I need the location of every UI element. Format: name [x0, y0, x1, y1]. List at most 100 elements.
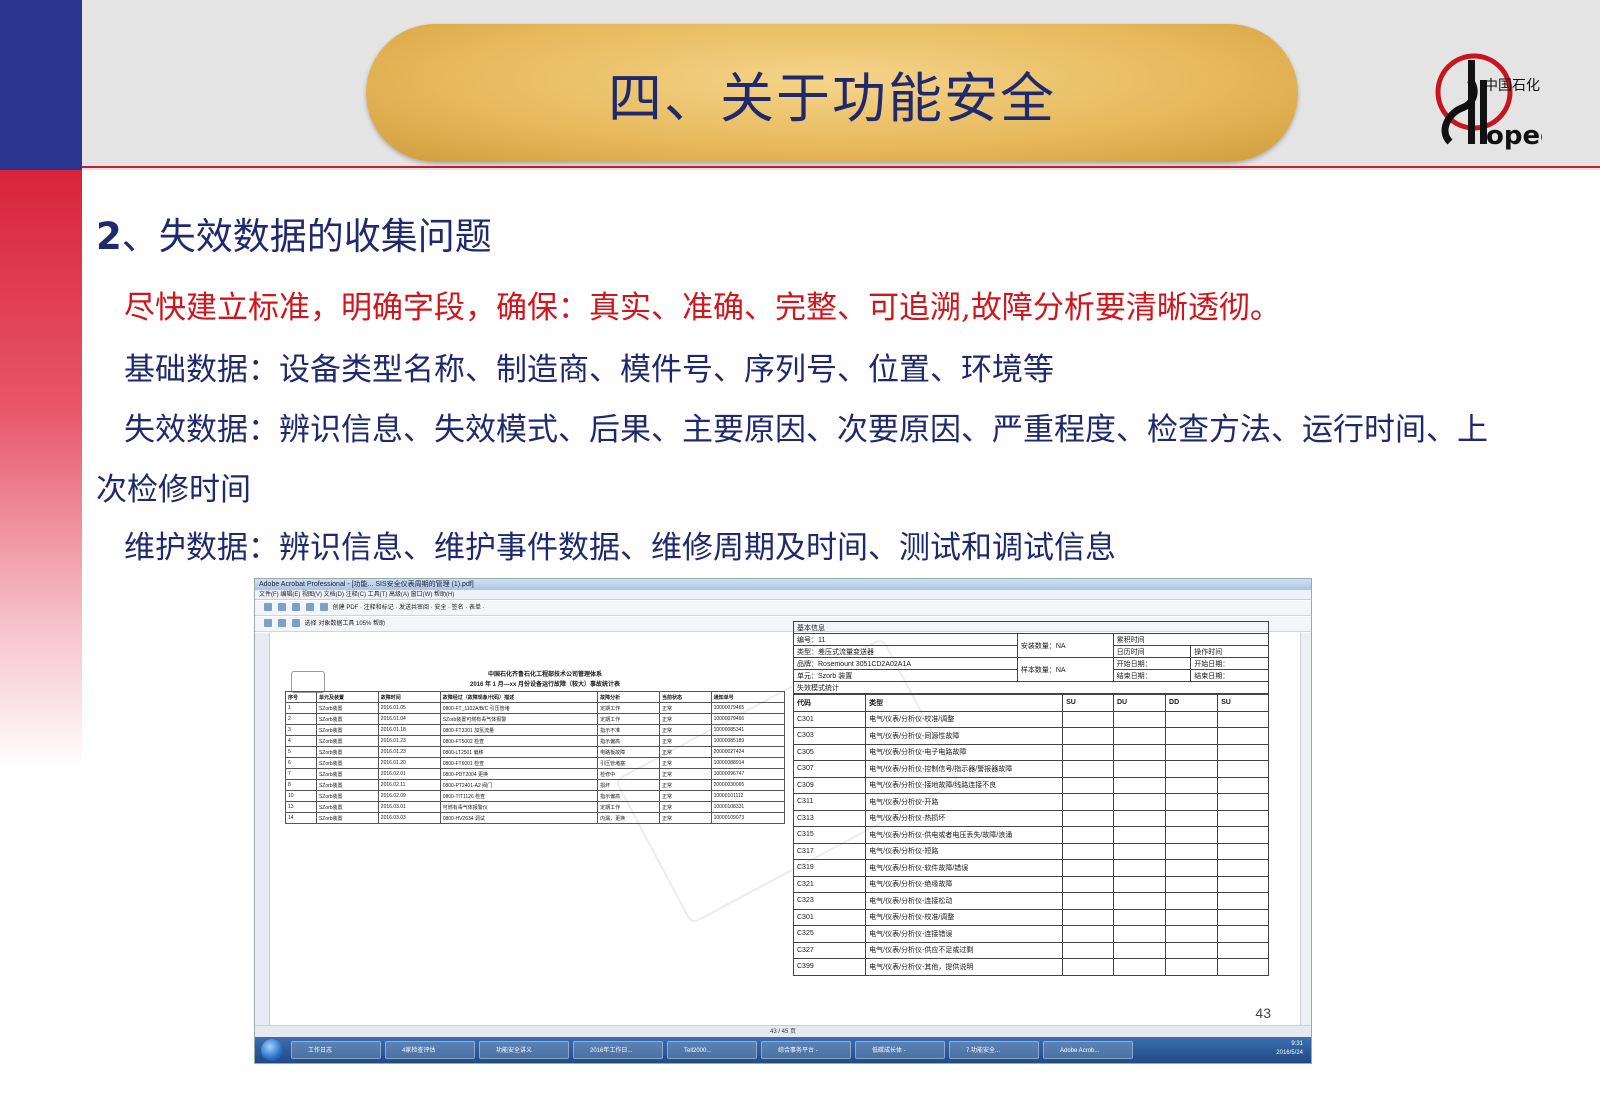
report-cell: 2016.02.01: [377, 768, 441, 780]
taskbar-item[interactable]: 功能安全讲义: [479, 1041, 569, 1059]
form-brand: 品牌：Rosemount 3051CD2A02A1A: [793, 657, 1018, 670]
taskbar-item[interactable]: 工作日志: [291, 1041, 381, 1059]
report-cell: 20000027424: [710, 746, 786, 758]
form-id: 编号：11: [793, 633, 1018, 646]
failure-mode-row: C301 电气/仪表/分析仪-校准/调整: [792, 710, 1269, 728]
report-header-cell: 通知单号: [710, 691, 786, 703]
failure-mode-row: C317 电气/仪表/分析仪-短路: [792, 842, 1269, 860]
failure-mode-code: C399: [792, 958, 867, 976]
failure-mode-row: C313 电气/仪表/分析仪-热损坏: [792, 809, 1269, 827]
failure-mode-count-cell: [1112, 875, 1167, 893]
report-cell: 6: [285, 757, 317, 769]
report-header-cell: 故障分析: [597, 691, 661, 703]
report-cell: 2016.02.09: [377, 790, 441, 802]
failure-mode-table: 代码 类型 SU DU DD SU C301 电气/仪表/分析仪-校准/调整 C303 电气/仪…: [792, 694, 1269, 976]
start-button-icon[interactable]: [261, 1039, 283, 1061]
report-cell: 2016.03.03: [377, 812, 441, 824]
report-cell: 引压管堵塞: [597, 757, 661, 769]
navigation-panel: [255, 633, 270, 1025]
failure-mode-count-cell: [1062, 776, 1114, 794]
report-row: 7 SZorb装置 2016.02.01 0800-PDT2004 更换 检修中 正常 10…: [285, 768, 786, 780]
failure-mode-count-cell: [1062, 826, 1114, 844]
failure-mode-code: C319: [792, 859, 867, 877]
failure-mode-count-cell: [1217, 809, 1269, 827]
failure-mode-code: C301: [792, 908, 867, 926]
taskbar-item[interactable]: 4家检查评估: [385, 1041, 475, 1059]
form-end-date: 结束日期：: [1112, 669, 1192, 682]
failure-mode-count-cell: [1165, 859, 1219, 877]
taskbar-item[interactable]: Tell2000...: [667, 1041, 757, 1059]
select-icon: [278, 619, 286, 628]
taskbar-item[interactable]: 综合事务平台 -: [761, 1041, 851, 1059]
failure-mode-count-cell: [1062, 809, 1114, 827]
report-row: 6 SZorb装置 2016.01.20 0800-FT6001 检查 引压管堵塞 正常 1…: [285, 757, 786, 769]
failure-mode-count-cell: [1062, 793, 1114, 811]
report-cell: 正常: [659, 812, 712, 824]
failure-data-text: 失效数据：辨识信息、失效模式、后果、主要原因、次要原因、严重程度、检查方法、运行…: [124, 412, 1488, 448]
failure-mode-count-cell: [1062, 875, 1114, 893]
form-info-table: 基本信息 编号：11 安装数量：NA 累积时间 类型：差压式流量变送器 日历时间 操作时…: [793, 621, 1270, 694]
report-cell: 指示偏高: [597, 790, 661, 802]
report-cell: 内漏，更换: [597, 812, 661, 824]
clock-time: 9:31: [1291, 1041, 1303, 1047]
report-subtitle: 2016 年 1 月—xx 月份设备运行故障（较大）事故统计表: [469, 682, 621, 688]
form-type: 类型：差压式流量变送器: [793, 645, 1018, 658]
failure-mode-row: C325 电气/仪表/分析仪-连接错误: [792, 925, 1269, 943]
report-cell: 2016.02.11: [377, 779, 441, 791]
form-operating-time: 操作时间: [1190, 645, 1269, 658]
report-cell: 10000108331: [710, 801, 786, 813]
clock-date: 2016/5/24: [1276, 1050, 1303, 1056]
failure-mode-count-cell: [1217, 776, 1269, 794]
failure-mode-type: 电气/仪表/分析仪-校准/调整: [865, 710, 1064, 728]
form-unit: 单元：Szorb 装置: [793, 669, 1018, 682]
failure-mode-count-cell: [1112, 793, 1167, 811]
failure-mode-code: C325: [792, 925, 867, 943]
failure-mode-count-cell: [1165, 941, 1219, 959]
report-cell: 0800-PDT2004 更换: [439, 768, 599, 780]
requirement-text: 尽快建立标准，明确字段，确保：真实、准确、完整、可追溯,故障分析要清晰透彻。: [124, 290, 1281, 326]
failure-mode-type: 电气/仪表/分析仪-供应不足或过剩: [865, 941, 1064, 959]
taskbar-item[interactable]: 低碳成长体 -: [855, 1041, 945, 1059]
failure-mode-type: 电气/仪表/分析仪-软件故障/错误: [865, 859, 1064, 877]
report-cell: 13: [285, 801, 317, 813]
failure-mode-count-cell: [1062, 859, 1114, 877]
form-install-count: 安装数量：NA: [1016, 633, 1114, 658]
failure-mode-count-cell: [1112, 710, 1167, 728]
report-cell: 8: [285, 779, 317, 791]
report-cell: 2016.01.23: [377, 735, 441, 747]
form-calendar-time: 日历时间: [1112, 645, 1192, 658]
report-cell: 检修中: [597, 768, 661, 780]
report-cell: 14: [285, 812, 317, 824]
taskbar-item[interactable]: 2016年工作日...: [573, 1041, 663, 1059]
form-column-header: DD: [1165, 694, 1219, 712]
failure-mode-type: 电气/仪表/分析仪-绝缘故障: [865, 875, 1064, 893]
print-icon: [292, 603, 300, 612]
failure-mode-count-cell: [1112, 958, 1167, 976]
report-cell: 正常: [659, 713, 712, 725]
taskbar-item[interactable]: Adobe Acrob...: [1043, 1041, 1133, 1059]
title-banner: 四、关于功能安全: [366, 24, 1298, 162]
failure-mode-count-cell: [1062, 727, 1114, 745]
failure-mode-count-cell: [1062, 743, 1114, 761]
failure-mode-code: C327: [792, 941, 867, 959]
report-cell: SZorb装置: [315, 702, 379, 714]
report-cell: 2016.01.20: [377, 757, 441, 769]
basic-data-text: 基础数据：设备类型名称、制造商、模件号、序列号、位置、环境等: [124, 352, 1054, 388]
report-cell: 0800-HV2634 调试: [439, 812, 599, 824]
report-cell: 正常: [659, 724, 712, 736]
failure-mode-type: 电气/仪表/分析仪-热损坏: [865, 809, 1064, 827]
report-cell: SZorb装置: [315, 801, 379, 813]
form-basic-info: 基本信息: [793, 621, 1269, 634]
failure-mode-count-cell: [1165, 875, 1219, 893]
failure-mode-type: 电气/仪表/分析仪-供电或者电压丢失/故障/浪涌: [865, 826, 1064, 844]
report-row: 10 SZorb装置 2016.02.09 0800-TIT1126 检查 指示偏高 正常…: [285, 790, 786, 802]
taskbar-item[interactable]: 7.功能安全...: [949, 1041, 1039, 1059]
report-cell: 1: [285, 702, 317, 714]
window-title: Adobe Acrobat Professional - [功能... SIS安…: [255, 579, 1311, 590]
maintenance-data-text: 维护数据：辨识信息、维护事件数据、维修周期及时间、测试和调试信息: [124, 530, 1116, 566]
failure-mode-count-cell: [1165, 760, 1219, 778]
failure-mode-count-cell: [1062, 908, 1114, 926]
report-cell: 2: [285, 713, 317, 725]
failure-mode-code: C311: [792, 793, 867, 811]
failure-mode-count-cell: [1217, 941, 1269, 959]
